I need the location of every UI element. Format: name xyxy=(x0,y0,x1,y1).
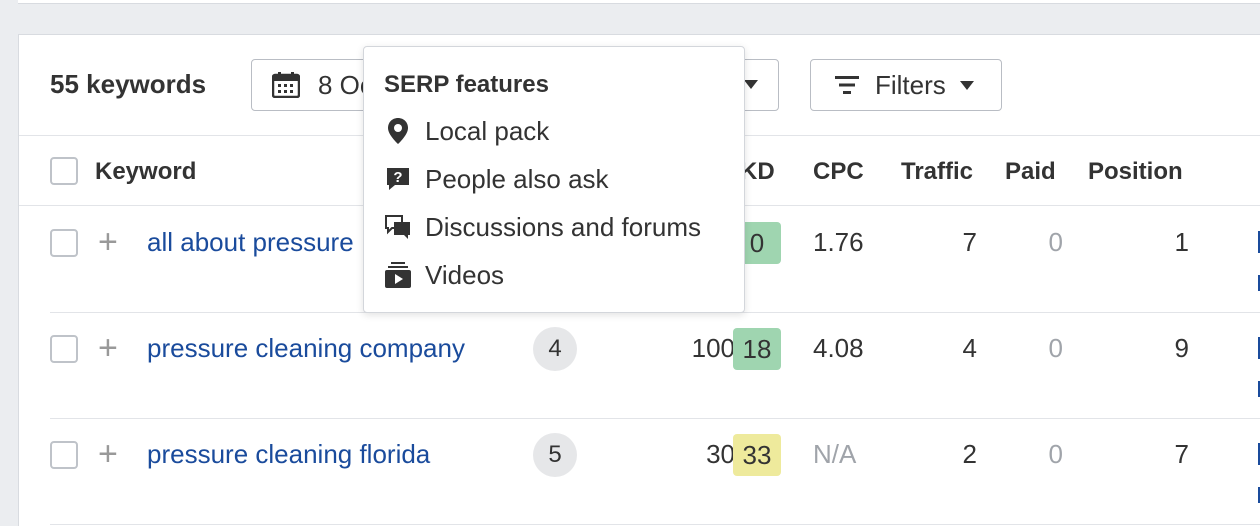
traffic-value: 7 xyxy=(962,227,977,257)
row-checkbox[interactable] xyxy=(50,335,78,363)
keyword-count: 55 keywords xyxy=(50,69,207,99)
serp-item-label: Videos xyxy=(425,259,505,290)
position-value: 7 xyxy=(1174,439,1189,469)
position-value: 9 xyxy=(1174,333,1189,363)
calendar-icon xyxy=(272,72,300,98)
keyword-link[interactable]: pressure cleaning company xyxy=(147,333,465,364)
paid-value: 0 xyxy=(1048,439,1063,469)
map-pin-icon xyxy=(388,118,408,144)
header-position[interactable]: Position xyxy=(1088,158,1183,186)
chevron-down-icon xyxy=(959,80,974,90)
filters-button[interactable]: Filters xyxy=(810,59,1002,111)
traffic-value: 2 xyxy=(962,439,977,469)
question-bubble-icon: ? xyxy=(387,168,409,190)
header-paid[interactable]: Paid xyxy=(1005,158,1056,186)
header-kd[interactable]: KD xyxy=(740,158,775,186)
serp-features-dropdown: SERP features Local pack ? People also a… xyxy=(363,46,745,313)
video-stack-icon xyxy=(385,262,411,288)
serp-count-badge[interactable]: 5 xyxy=(533,433,577,477)
paid-value: 0 xyxy=(1048,333,1063,363)
cpc-value: N/A xyxy=(813,439,857,469)
cpc-value: 1.76 xyxy=(813,227,864,257)
serp-item-label: Local pack xyxy=(425,115,550,146)
add-icon[interactable]: + xyxy=(98,435,118,474)
filter-icon xyxy=(835,76,859,94)
paid-value: 0 xyxy=(1048,227,1063,257)
table-row: + pressure cleaning company 4 100 18 4.0… xyxy=(50,313,1260,419)
svg-text:?: ? xyxy=(393,169,402,186)
dropdown-title: SERP features xyxy=(384,71,549,98)
serp-item-local-pack[interactable]: Local pack xyxy=(384,113,549,149)
serp-item-videos[interactable]: Videos xyxy=(384,257,504,293)
serp-count-badge[interactable]: 4 xyxy=(533,327,577,371)
table-row: + pressure cleaning florida 5 30 33 N/A … xyxy=(50,419,1260,525)
header-traffic[interactable]: Traffic xyxy=(901,158,973,186)
serp-item-label: People also ask xyxy=(425,163,609,194)
kd-badge: 33 xyxy=(733,434,781,476)
chevron-down-icon xyxy=(744,80,758,89)
keyword-link[interactable]: all about pressure xyxy=(147,227,354,258)
serp-item-label: Discussions and forums xyxy=(425,211,701,242)
cpc-value: 4.08 xyxy=(813,333,864,363)
keyword-link[interactable]: pressure cleaning florida xyxy=(147,439,430,470)
serp-item-discussions-forums[interactable]: Discussions and forums xyxy=(384,209,701,245)
header-cpc[interactable]: CPC xyxy=(813,158,864,186)
header-keyword[interactable]: Keyword xyxy=(95,158,196,186)
volume-value: 30 xyxy=(706,439,735,469)
add-icon[interactable]: + xyxy=(98,329,118,368)
select-all-checkbox[interactable] xyxy=(50,157,78,185)
row-checkbox[interactable] xyxy=(50,441,78,469)
top-panel-edge xyxy=(18,0,1260,4)
row-checkbox[interactable] xyxy=(50,229,78,257)
chat-bubbles-icon xyxy=(385,215,410,239)
traffic-value: 4 xyxy=(962,333,977,363)
position-value: 1 xyxy=(1174,227,1189,257)
kd-badge: 18 xyxy=(733,328,781,370)
volume-value: 100 xyxy=(691,333,735,363)
serp-item-people-also-ask[interactable]: ? People also ask xyxy=(384,161,609,197)
add-icon[interactable]: + xyxy=(98,223,118,262)
filters-label: Filters xyxy=(875,69,946,100)
